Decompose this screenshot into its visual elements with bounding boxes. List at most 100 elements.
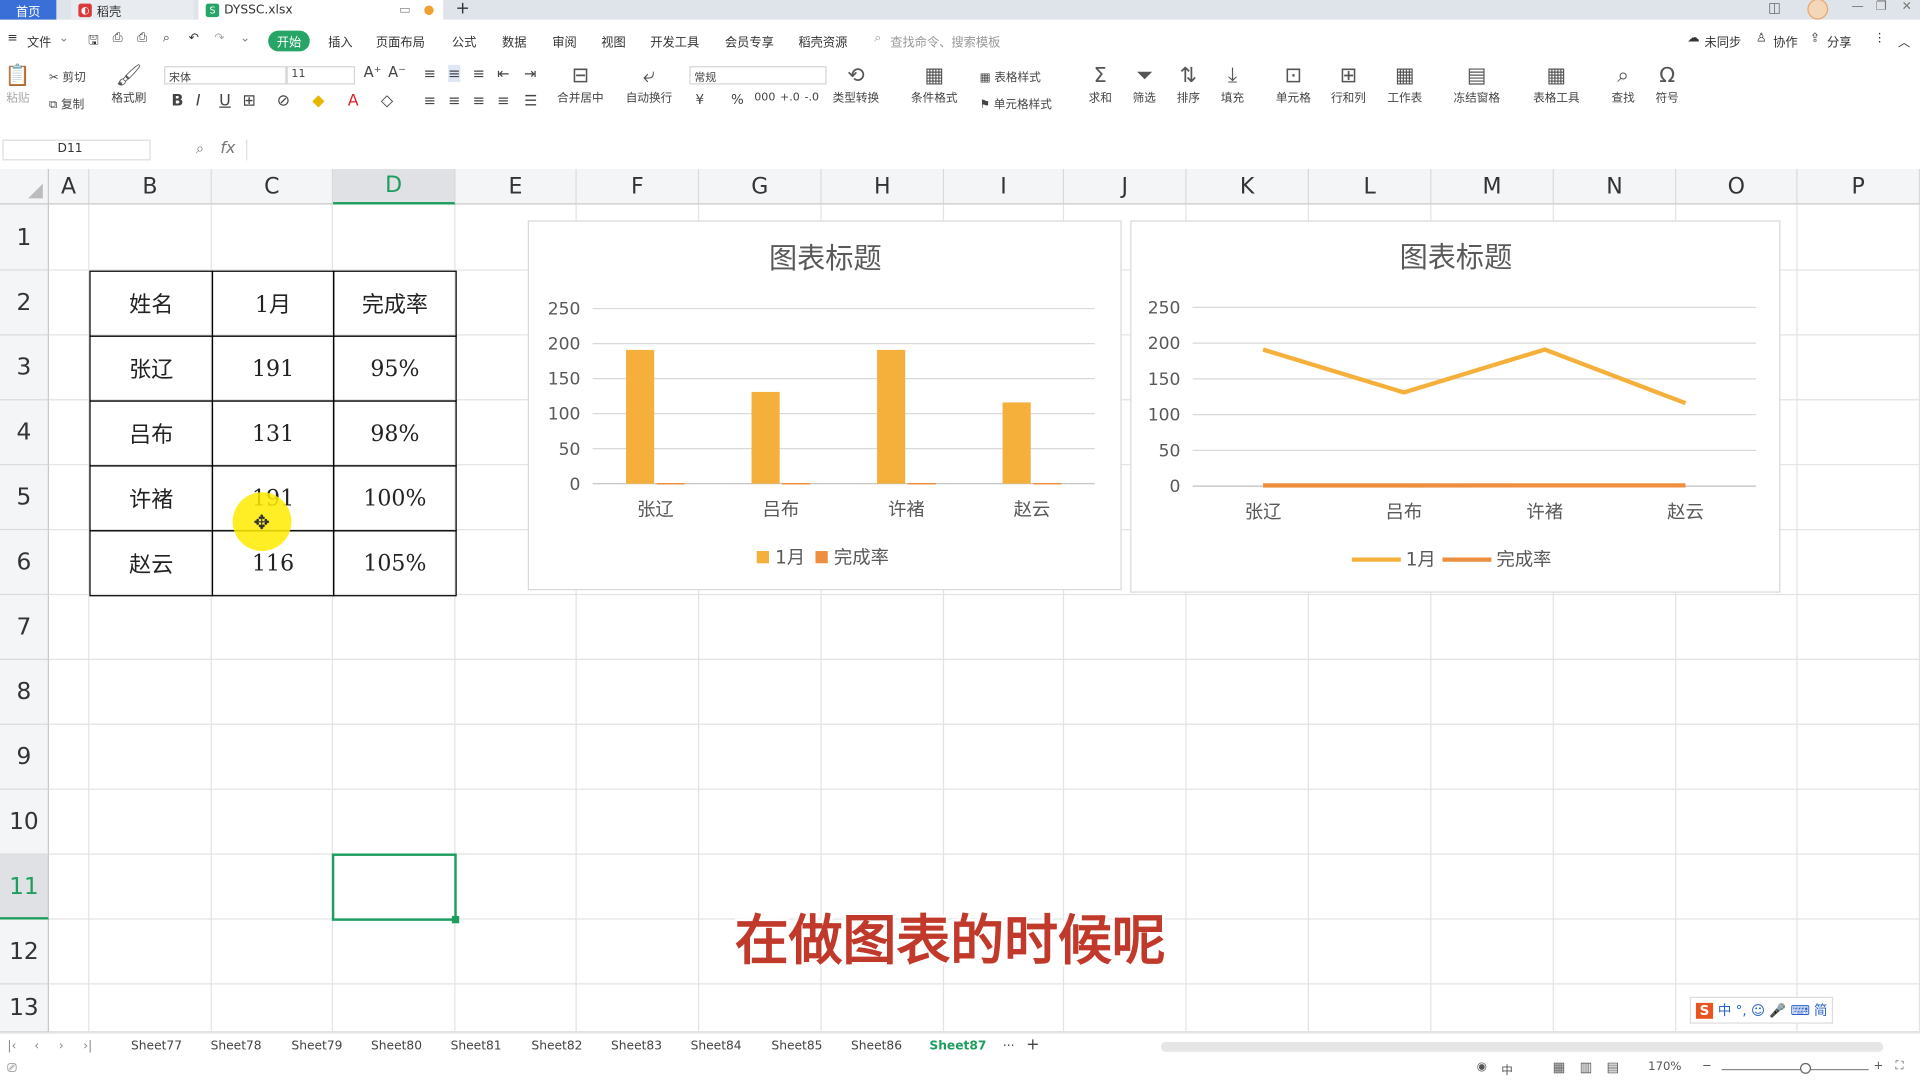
search-input[interactable]: 查找命令、搜索模板 <box>890 32 1000 50</box>
table-cell[interactable]: 赵云 <box>89 530 214 597</box>
align-top-icon[interactable]: ≡ <box>424 65 436 82</box>
bar-jan[interactable] <box>626 349 655 484</box>
tab-home[interactable]: 首页 <box>0 0 57 20</box>
bar-completion-rate[interactable] <box>782 482 811 485</box>
sort-button[interactable]: ⇅ 排序 <box>1177 64 1200 106</box>
sheet-tab-sheet81[interactable]: Sheet81 <box>451 1040 502 1053</box>
print-icon[interactable]: ⎙ <box>137 32 147 45</box>
filter-button[interactable]: ⏷ 筛选 <box>1133 64 1156 106</box>
next-sheet-icon[interactable]: › <box>59 1040 64 1053</box>
wrap-text-button[interactable]: ⤶ 自动换行 <box>626 64 673 106</box>
column-header-l[interactable]: L <box>1308 168 1432 205</box>
zoom-out-icon[interactable]: − <box>1702 1059 1712 1072</box>
row-header-4[interactable]: 4 <box>0 400 49 466</box>
table-header-cell[interactable]: 1月 <box>211 270 335 337</box>
cell-style-button[interactable]: ⚑ 单元格样式 <box>980 94 1052 111</box>
format-painter-button[interactable]: 🖌 格式刷 <box>111 64 146 106</box>
row-header-6[interactable]: 6 <box>0 530 49 596</box>
fill-handle[interactable] <box>451 915 460 924</box>
paste-button[interactable]: 📋 粘贴 <box>5 64 31 106</box>
sheet-tab-sheet80[interactable]: Sheet80 <box>371 1040 422 1053</box>
more-sheets-button[interactable]: ··· <box>1003 1040 1015 1053</box>
quick-access-dropdown-icon[interactable]: ⌄ <box>240 32 250 45</box>
italic-icon[interactable]: I <box>196 92 201 110</box>
distributed-icon[interactable]: ☰ <box>524 92 537 109</box>
input-method-status[interactable]: 中 <box>1501 1060 1513 1077</box>
decrease-decimal-icon[interactable]: -.0 <box>804 92 819 104</box>
sheet-tab-sheet86[interactable]: Sheet86 <box>851 1040 902 1053</box>
table-cell[interactable]: 98% <box>333 400 457 467</box>
row-header-3[interactable]: 3 <box>0 335 49 401</box>
line-series-jan[interactable] <box>1262 347 1687 406</box>
eye-protection-icon[interactable]: ◉ <box>1477 1060 1487 1073</box>
name-box[interactable]: D11 <box>2 139 151 161</box>
hamburger-icon[interactable]: ≡ <box>7 32 17 45</box>
table-style-button[interactable]: ▦ 表格样式 <box>980 67 1041 84</box>
maximize-icon[interactable]: ❐ <box>1876 0 1887 13</box>
bar-completion-rate[interactable] <box>1033 482 1062 485</box>
clear-format-icon[interactable]: ◇ <box>381 92 393 110</box>
table-cell[interactable]: 张辽 <box>89 335 214 402</box>
page-layout-view-icon[interactable]: ▥ <box>1580 1059 1593 1075</box>
font-color-icon[interactable]: A <box>348 92 359 110</box>
sum-button[interactable]: Σ 求和 <box>1089 64 1112 106</box>
avatar[interactable] <box>1807 0 1829 20</box>
menu-page-layout[interactable]: 页面布局 <box>376 32 425 50</box>
row-col-button[interactable]: ⊞ 行和列 <box>1331 64 1366 106</box>
symbol-button[interactable]: Ω 符号 <box>1656 64 1679 106</box>
table-cell[interactable]: 95% <box>333 335 457 402</box>
bar-jan[interactable] <box>1002 402 1031 484</box>
align-bottom-icon[interactable]: ≡ <box>473 65 485 82</box>
chevron-down-icon[interactable]: ⌄ <box>59 32 69 45</box>
first-sheet-icon[interactable]: |‹ <box>7 1040 16 1053</box>
table-cell[interactable]: 吕布 <box>89 400 214 467</box>
undo-icon[interactable]: ↶ <box>189 32 199 45</box>
macro-icon[interactable]: ⎚ <box>7 1062 16 1075</box>
row-header-11[interactable]: 11 <box>0 854 49 920</box>
table-header-cell[interactable]: 完成率 <box>333 270 457 337</box>
currency-icon[interactable]: ¥ <box>696 92 705 108</box>
align-center-icon[interactable]: ≡ <box>448 92 460 109</box>
prev-sheet-icon[interactable]: ‹ <box>34 1040 39 1053</box>
zoom-formula-icon[interactable]: ⌕ <box>196 140 204 158</box>
row-header-10[interactable]: 10 <box>0 789 49 855</box>
last-sheet-icon[interactable]: ›| <box>83 1040 92 1053</box>
selected-cell-outline[interactable] <box>331 853 460 924</box>
sync-status[interactable]: 未同步 <box>1705 32 1742 50</box>
column-header-h[interactable]: H <box>821 168 945 205</box>
column-header-o[interactable]: O <box>1676 168 1798 205</box>
ime-toolbar[interactable]: S 中 °, ☺ 🎤 ⌨ 简 <box>1689 996 1834 1024</box>
bold-icon[interactable]: B <box>171 92 183 110</box>
align-middle-icon[interactable]: ≡ <box>448 64 461 83</box>
page-break-view-icon[interactable]: ▤ <box>1607 1059 1620 1075</box>
find-button[interactable]: ⌕ 查找 <box>1611 64 1634 106</box>
share-button[interactable]: 分享 <box>1827 32 1851 50</box>
column-header-a[interactable]: A <box>48 168 90 205</box>
bar-jan[interactable] <box>751 391 780 484</box>
formula-input[interactable] <box>246 139 1920 161</box>
indent-increase-icon[interactable]: ⇥ <box>524 65 536 82</box>
merge-center-button[interactable]: ⊟ 合并居中 <box>557 64 604 106</box>
zoom-in-icon[interactable]: + <box>1873 1059 1883 1072</box>
table-cell[interactable]: 100% <box>333 465 457 532</box>
table-cell[interactable]: 191 <box>211 335 335 402</box>
font-name-select[interactable]: 宋体 <box>164 66 287 85</box>
column-header-f[interactable]: F <box>576 168 700 205</box>
menu-member[interactable]: 会员专享 <box>725 32 774 50</box>
tab-docer[interactable]: ◐ 稻壳 <box>71 0 194 20</box>
menu-docer-resources[interactable]: 稻壳资源 <box>798 32 847 50</box>
close-icon[interactable]: ✕ <box>1902 0 1912 13</box>
redo-icon[interactable]: ↷ <box>214 32 224 45</box>
menu-formula[interactable]: 公式 <box>452 32 476 50</box>
freeze-panes-button[interactable]: ▤ 冻结窗格 <box>1453 64 1500 106</box>
column-header-m[interactable]: M <box>1431 168 1554 205</box>
collab-button[interactable]: 协作 <box>1773 32 1797 50</box>
new-tab-button[interactable]: + <box>456 0 470 18</box>
fill-button[interactable]: ⤓ 填充 <box>1221 64 1244 106</box>
font-size-select[interactable]: 11 <box>286 66 356 85</box>
cut-button[interactable]: ✂ 剪切 <box>49 67 86 84</box>
align-left-icon[interactable]: ≡ <box>424 92 436 109</box>
column-header-e[interactable]: E <box>455 168 577 205</box>
bar-jan[interactable] <box>877 349 906 484</box>
column-header-c[interactable]: C <box>211 168 334 205</box>
